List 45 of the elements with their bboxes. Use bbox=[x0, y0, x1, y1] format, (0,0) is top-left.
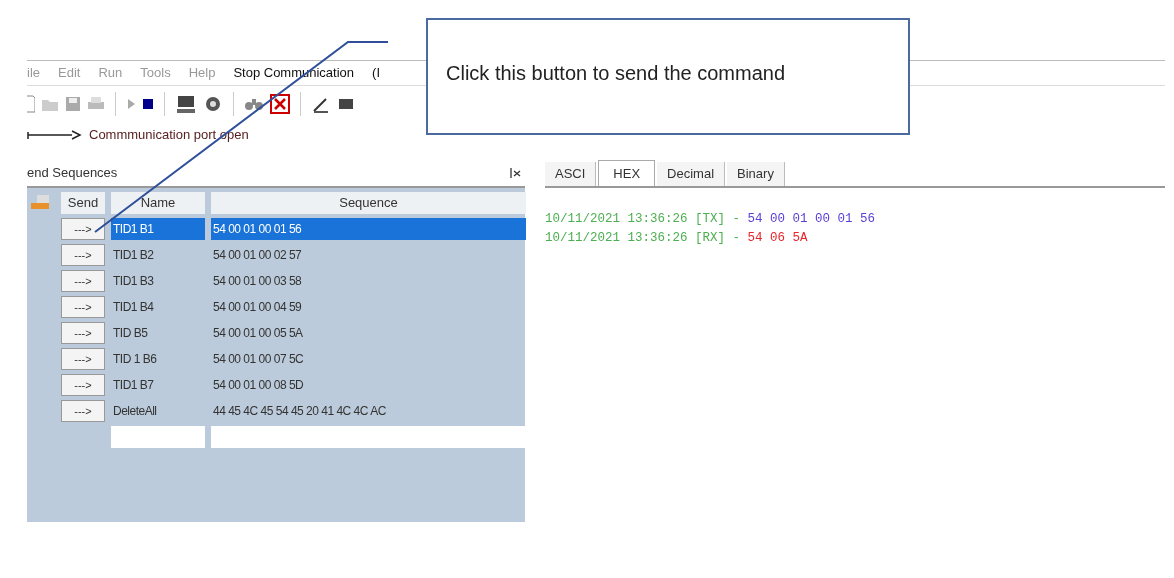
close-icon[interactable] bbox=[270, 94, 290, 114]
name-cell[interactable]: DeleteAll bbox=[111, 400, 205, 422]
name-cell[interactable]: TID1 B1 bbox=[111, 218, 205, 240]
name-cell[interactable]: TID B5 bbox=[111, 322, 205, 344]
send-button[interactable]: ---> bbox=[61, 218, 105, 240]
log-line: 10/11/2021 13:36:26 [RX] - 54 06 5A bbox=[545, 230, 809, 247]
sequence-cell[interactable]: 44 45 4C 45 54 45 20 41 4C 4C AC bbox=[211, 400, 526, 422]
column-header: Name bbox=[111, 192, 205, 214]
send-button[interactable]: ---> bbox=[61, 322, 105, 344]
send-button[interactable]: ---> bbox=[61, 270, 105, 292]
view-tab[interactable]: Binary bbox=[727, 162, 785, 186]
sequence-input[interactable] bbox=[211, 426, 526, 448]
send-button[interactable]: ---> bbox=[61, 296, 105, 318]
name-cell[interactable]: TID1 B2 bbox=[111, 244, 205, 266]
pin-icon[interactable] bbox=[509, 167, 521, 179]
binoculars-icon[interactable] bbox=[244, 96, 264, 112]
gear-icon[interactable] bbox=[203, 94, 223, 114]
sequence-cell[interactable]: 54 00 01 00 08 5D bbox=[211, 374, 526, 396]
plug-icon bbox=[27, 129, 83, 141]
view-tab[interactable]: ASCI bbox=[545, 162, 597, 186]
callout-box: Click this button to send the command bbox=[426, 18, 910, 135]
send-button[interactable]: ---> bbox=[61, 374, 105, 396]
stop-icon[interactable] bbox=[142, 98, 154, 110]
view-tab[interactable]: HEX bbox=[598, 160, 656, 186]
menu-item[interactable]: (I bbox=[372, 63, 380, 83]
name-cell[interactable]: TID1 B4 bbox=[111, 296, 205, 318]
name-input[interactable] bbox=[111, 426, 205, 448]
column-header: Sequence bbox=[211, 192, 526, 214]
sequence-cell[interactable]: 54 00 01 00 04 59 bbox=[211, 296, 526, 318]
sequence-cell[interactable]: 54 00 01 00 01 56 bbox=[211, 218, 526, 240]
log-line: 10/11/2021 13:36:26 [TX] - 54 00 01 00 01 56 bbox=[545, 211, 877, 228]
sequence-cell[interactable]: 54 00 01 00 05 5A bbox=[211, 322, 526, 344]
sequence-cell[interactable]: 54 00 01 00 07 5C bbox=[211, 348, 526, 370]
send-button[interactable]: ---> bbox=[61, 244, 105, 266]
send-button[interactable]: ---> bbox=[61, 400, 105, 422]
name-cell[interactable]: TID 1 B6 bbox=[111, 348, 205, 370]
name-cell[interactable]: TID1 B7 bbox=[111, 374, 205, 396]
column-header: Send bbox=[61, 192, 105, 214]
sequence-cell[interactable]: 54 00 01 00 03 58 bbox=[211, 270, 526, 292]
panel-title: end Sequences bbox=[27, 164, 118, 183]
computer-icon[interactable] bbox=[175, 94, 197, 114]
sequence-cell[interactable]: 54 00 01 00 02 57 bbox=[211, 244, 526, 266]
view-tab[interactable]: Decimal bbox=[657, 162, 726, 186]
send-button[interactable]: ---> bbox=[61, 348, 105, 370]
name-cell[interactable]: TID1 B3 bbox=[111, 270, 205, 292]
